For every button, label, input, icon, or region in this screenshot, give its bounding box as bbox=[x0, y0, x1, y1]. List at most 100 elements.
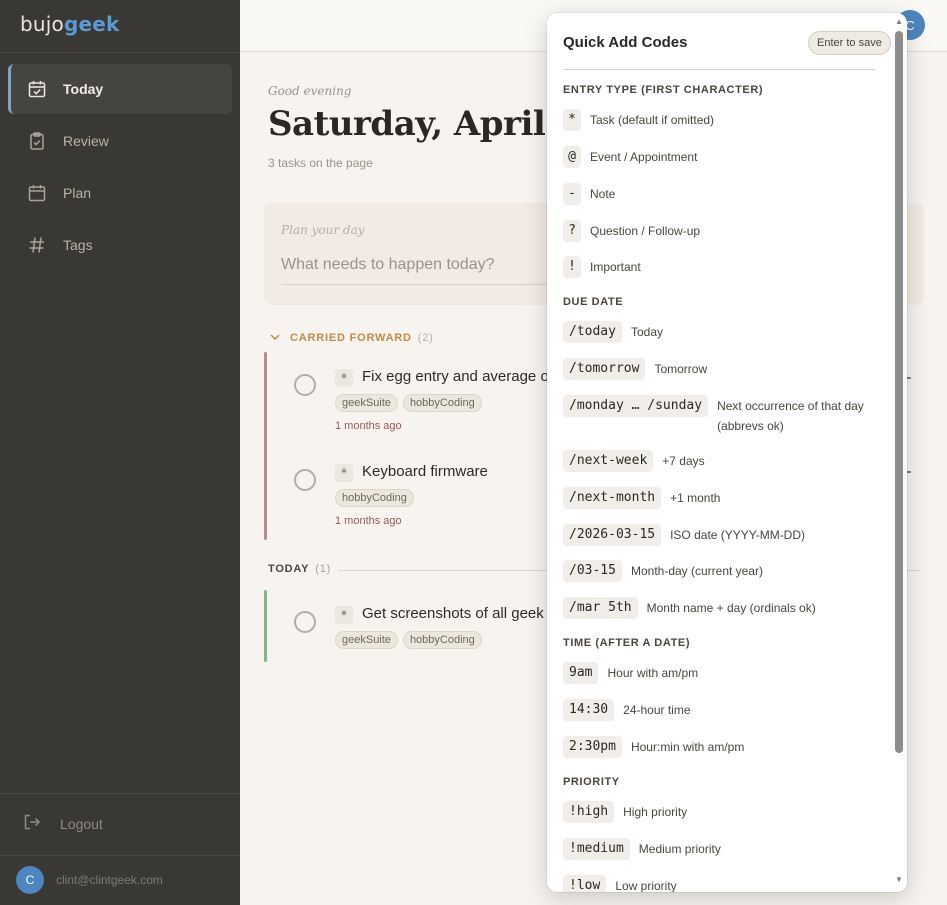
clipboard-check-icon bbox=[26, 130, 48, 152]
code-chip: !medium bbox=[563, 838, 630, 860]
logout-button[interactable]: Logout bbox=[22, 812, 103, 835]
code-row: /monday … /sunday Next occurrence of that… bbox=[563, 395, 877, 436]
sidebar-divider bbox=[0, 793, 240, 794]
carried-group-bar bbox=[264, 352, 267, 540]
task-checkbox[interactable] bbox=[294, 611, 316, 633]
sidebar-item-tags[interactable]: Tags bbox=[8, 220, 232, 270]
code-desc: Hour:min with am/pm bbox=[630, 740, 745, 754]
code-row: /tomorrow Tomorrow bbox=[563, 358, 707, 380]
code-chip: 14:30 bbox=[563, 699, 615, 721]
sidebar-item-today[interactable]: Today bbox=[8, 64, 232, 114]
code-desc: Important bbox=[590, 260, 641, 274]
calendar-check-icon bbox=[26, 78, 48, 100]
code-row: - Note bbox=[563, 183, 615, 205]
code-row: /next-week +7 days bbox=[563, 450, 705, 472]
code-row: /03-15 Month-day (current year) bbox=[563, 560, 763, 582]
task-age: 1 months ago bbox=[335, 420, 402, 432]
code-desc: +1 month bbox=[670, 491, 721, 505]
today-label: TODAY bbox=[268, 563, 310, 575]
code-row: !high High priority bbox=[563, 801, 687, 823]
sidebar-nav: Today Review Plan Tags bbox=[8, 64, 232, 272]
popover-divider bbox=[563, 69, 876, 70]
code-row: !medium Medium priority bbox=[563, 838, 721, 860]
sidebar-item-label: Review bbox=[63, 133, 109, 149]
code-row: 2:30pm Hour:min with am/pm bbox=[563, 736, 744, 758]
code-chip: !low bbox=[563, 875, 607, 892]
carried-forward-count: (2) bbox=[417, 332, 434, 344]
enter-to-save-badge: Enter to save bbox=[808, 31, 891, 55]
tag-chip[interactable]: geekSuite bbox=[335, 394, 398, 412]
task-tags: geekSuite hobbyCoding bbox=[335, 631, 482, 649]
today-count: (1) bbox=[315, 563, 332, 575]
task-item[interactable]: * Keyboard firmware hobbyCoding 1 months… bbox=[282, 455, 582, 535]
sidebar-item-review[interactable]: Review bbox=[8, 116, 232, 166]
code-chip: 9am bbox=[563, 662, 599, 684]
code-desc: Next occurrence of that day (abbrevs ok) bbox=[717, 399, 864, 433]
code-desc: Month-day (current year) bbox=[630, 564, 764, 578]
task-title[interactable]: Get screenshots of all geek ap bbox=[362, 605, 565, 622]
sidebar-divider bbox=[0, 855, 240, 856]
code-row: ? Question / Follow-up bbox=[563, 220, 700, 242]
task-bullet: * bbox=[335, 606, 353, 624]
task-bullet: * bbox=[335, 369, 353, 387]
task-count: 3 tasks on the page bbox=[268, 156, 373, 170]
code-chip: @ bbox=[563, 146, 581, 168]
code-row: !low Low priority bbox=[563, 875, 677, 892]
task-age: 1 months ago bbox=[335, 515, 402, 527]
plan-label: Plan your day bbox=[281, 223, 365, 237]
carried-forward-label: CARRIED FORWARD bbox=[290, 332, 412, 344]
today-section-head: TODAY (1) bbox=[268, 563, 331, 575]
user-email: clint@clintgeek.com bbox=[56, 873, 163, 887]
code-row: 9am Hour with am/pm bbox=[563, 662, 698, 684]
user-info: C clint@clintgeek.com bbox=[16, 866, 163, 894]
task-bullet: * bbox=[335, 464, 353, 482]
code-chip: * bbox=[563, 109, 581, 131]
task-item[interactable]: * Fix egg entry and average ove geekSuit… bbox=[282, 360, 582, 440]
tag-chip[interactable]: hobbyCoding bbox=[402, 631, 482, 649]
avatar[interactable]: C bbox=[16, 866, 44, 894]
code-desc: Month name + day (ordinals ok) bbox=[646, 601, 816, 615]
code-chip: /monday … /sunday bbox=[563, 395, 709, 417]
code-chip: ! bbox=[563, 256, 581, 278]
calendar-icon bbox=[26, 182, 48, 204]
tag-chip[interactable]: geekSuite bbox=[335, 631, 398, 649]
code-desc: High priority bbox=[623, 805, 688, 819]
logout-label: Logout bbox=[60, 815, 103, 832]
quick-add-codes-popover: Quick Add Codes Enter to save ENTRY TYPE… bbox=[547, 13, 907, 892]
task-title[interactable]: Fix egg entry and average ove bbox=[362, 368, 565, 385]
section-due-date: DUE DATE bbox=[563, 296, 624, 308]
task-checkbox[interactable] bbox=[294, 469, 316, 491]
task-title[interactable]: Keyboard firmware bbox=[362, 463, 488, 480]
task-item[interactable]: * Get screenshots of all geek ap geekSui… bbox=[282, 597, 582, 657]
task-checkbox[interactable] bbox=[294, 374, 316, 396]
scroll-down-arrow-icon[interactable]: ▼ bbox=[895, 875, 903, 884]
sidebar-item-label: Tags bbox=[63, 237, 93, 253]
task-tags: geekSuite hobbyCoding bbox=[335, 394, 482, 412]
code-desc: Tomorrow bbox=[654, 362, 708, 376]
code-chip: /today bbox=[563, 321, 622, 343]
logout-icon bbox=[22, 812, 42, 835]
section-priority: PRIORITY bbox=[563, 776, 620, 788]
code-desc: Low priority bbox=[615, 879, 677, 892]
code-desc: Event / Appointment bbox=[590, 150, 698, 164]
code-row: /today Today bbox=[563, 321, 663, 343]
code-desc: Today bbox=[630, 325, 663, 339]
scroll-up-arrow-icon[interactable]: ▲ bbox=[895, 17, 903, 26]
today-group-bar bbox=[264, 590, 267, 662]
app-logo[interactable]: bujogeek bbox=[20, 12, 120, 36]
code-desc: Question / Follow-up bbox=[590, 224, 701, 238]
logo-suffix: geek bbox=[63, 12, 120, 36]
code-chip: /next-month bbox=[563, 487, 662, 509]
popover-scrollbar[interactable] bbox=[895, 31, 903, 753]
tag-chip[interactable]: hobbyCoding bbox=[402, 394, 482, 412]
logo-prefix: bujo bbox=[20, 12, 64, 36]
code-desc: Note bbox=[590, 187, 616, 201]
code-row: /next-month +1 month bbox=[563, 487, 720, 509]
sidebar-item-plan[interactable]: Plan bbox=[8, 168, 232, 218]
carried-forward-toggle[interactable]: CARRIED FORWARD (2) bbox=[270, 332, 434, 344]
code-desc: Task (default if omitted) bbox=[590, 113, 715, 127]
code-row: @ Event / Appointment bbox=[563, 146, 697, 168]
popover-title: Quick Add Codes bbox=[563, 34, 688, 51]
sidebar-divider bbox=[0, 52, 240, 53]
tag-chip[interactable]: hobbyCoding bbox=[335, 489, 414, 507]
